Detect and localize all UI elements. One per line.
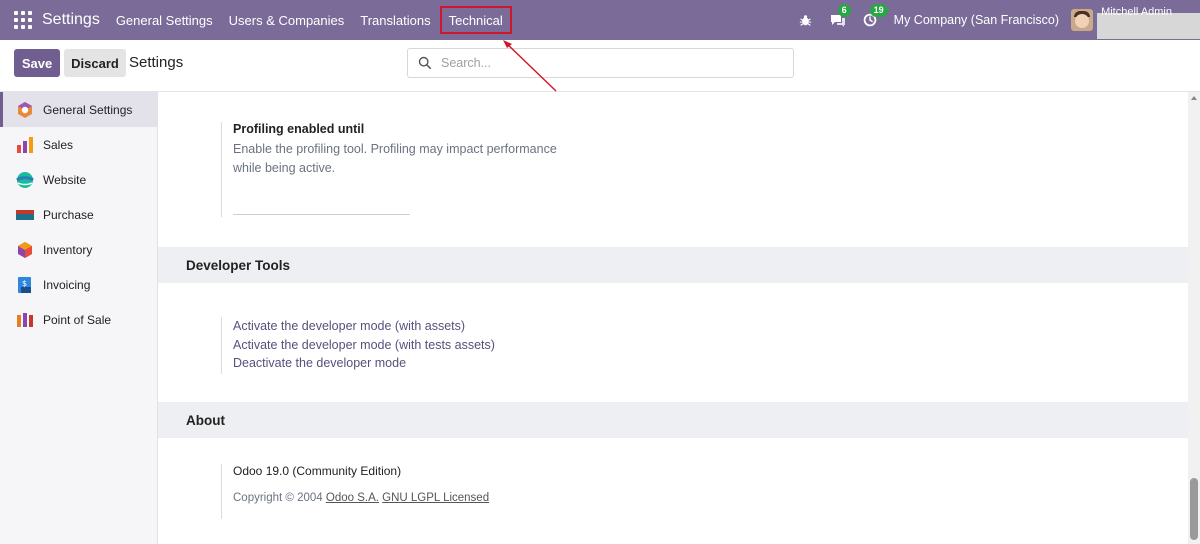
top-navbar: Settings General Settings Users & Compan… — [0, 0, 1200, 40]
activity-clock-icon[interactable]: 19 — [862, 4, 888, 28]
search-placeholder: Search... — [441, 56, 492, 70]
sidebar-item-sales[interactable]: Sales — [0, 127, 157, 162]
sidebar-item-label: Sales — [43, 137, 74, 152]
profiling-setting: Profiling enabled until Enable the profi… — [221, 122, 557, 217]
copyright-text: Copyright © 2004 — [233, 492, 323, 504]
menu-users-companies[interactable]: Users & Companies — [221, 0, 353, 40]
about-info: Odoo 19.0 (Community Edition) Copyright … — [221, 464, 489, 519]
copyright-line: Copyright © 2004 Odoo S.A. GNU LGPL Lice… — [233, 492, 489, 504]
sidebar-item-point-of-sale[interactable]: Point of Sale — [0, 302, 157, 337]
activity-badge: 19 — [869, 4, 888, 17]
sidebar-item-label: Invoicing — [43, 277, 91, 292]
odoo-version: Odoo 19.0 (Community Edition) — [233, 464, 402, 478]
license-link[interactable]: GNU LGPL Licensed — [382, 492, 489, 504]
vertical-scrollbar[interactable] — [1188, 92, 1200, 544]
menu-general-settings[interactable]: General Settings — [108, 0, 221, 40]
sidebar-item-label: Website — [43, 172, 87, 187]
about-heading: About — [158, 402, 1188, 438]
deactivate-dev-mode-link[interactable]: Deactivate the developer mode — [233, 354, 495, 373]
developer-tools-links: Activate the developer mode (with assets… — [221, 317, 495, 374]
menu-technical[interactable]: Technical — [439, 6, 512, 34]
odoo-sa-link[interactable]: Odoo S.A. — [326, 492, 379, 504]
company-switcher[interactable]: My Company (San Francisco) — [894, 13, 1059, 27]
control-panel: Save Discard Settings Search... — [0, 40, 1200, 92]
settings-app-icon — [16, 101, 34, 119]
sidebar-item-purchase[interactable]: Purchase — [0, 197, 157, 232]
discard-button[interactable]: Discard — [64, 49, 126, 77]
activate-dev-mode-tests-link[interactable]: Activate the developer mode (with tests … — [233, 336, 495, 355]
sidebar-item-general-settings[interactable]: General Settings — [0, 92, 157, 127]
sidebar-item-label: General Settings — [43, 102, 133, 117]
scroll-up-arrow-icon[interactable] — [1191, 96, 1197, 100]
scrollbar-thumb[interactable] — [1190, 478, 1198, 540]
website-app-icon — [16, 171, 34, 189]
user-name[interactable]: Mitchell Admin — [1101, 6, 1172, 18]
svg-text:$: $ — [22, 279, 27, 288]
sales-app-icon — [16, 136, 34, 154]
sidebar-item-label: Inventory — [43, 242, 93, 257]
settings-content: Profiling enabled until Enable the profi… — [158, 92, 1188, 544]
profiling-description-line1: Enable the profiling tool. Profiling may… — [233, 142, 557, 156]
sidebar-item-label: Point of Sale — [43, 312, 112, 327]
menu-translations[interactable]: Translations — [352, 0, 438, 40]
pos-app-icon — [16, 311, 34, 329]
save-button[interactable]: Save — [14, 49, 60, 77]
sidebar-item-inventory[interactable]: Inventory — [0, 232, 157, 267]
purchase-app-icon — [16, 206, 34, 224]
navbar-systray: 6 19 My Company (San Francisco) Mitchell… — [798, 0, 1200, 40]
developer-tools-heading: Developer Tools — [158, 247, 1188, 283]
messages-badge: 6 — [837, 4, 851, 17]
invoicing-app-icon: $ — [16, 276, 34, 294]
sidebar-item-label: Purchase — [43, 207, 94, 222]
page-title: Settings — [129, 54, 184, 71]
debug-bug-icon[interactable] — [798, 12, 814, 28]
profiling-title: Profiling enabled until — [233, 122, 365, 136]
app-brand[interactable]: Settings — [42, 11, 100, 29]
search-input[interactable]: Search... — [407, 48, 794, 78]
profiling-description-line2: while being active. — [233, 161, 336, 175]
user-avatar[interactable] — [1071, 9, 1093, 31]
sidebar-item-website[interactable]: Website — [0, 162, 157, 197]
activate-dev-mode-assets-link[interactable]: Activate the developer mode (with assets… — [233, 317, 495, 336]
messages-icon[interactable]: 6 — [830, 4, 851, 28]
settings-sidebar: General Settings Sales Website Purchase … — [0, 92, 158, 544]
app-menu-grid-icon[interactable] — [14, 11, 32, 29]
search-icon — [418, 56, 432, 70]
sidebar-item-invoicing[interactable]: $ Invoicing — [0, 267, 157, 302]
inventory-app-icon — [16, 241, 34, 259]
profiling-datetime-field[interactable] — [233, 214, 410, 215]
